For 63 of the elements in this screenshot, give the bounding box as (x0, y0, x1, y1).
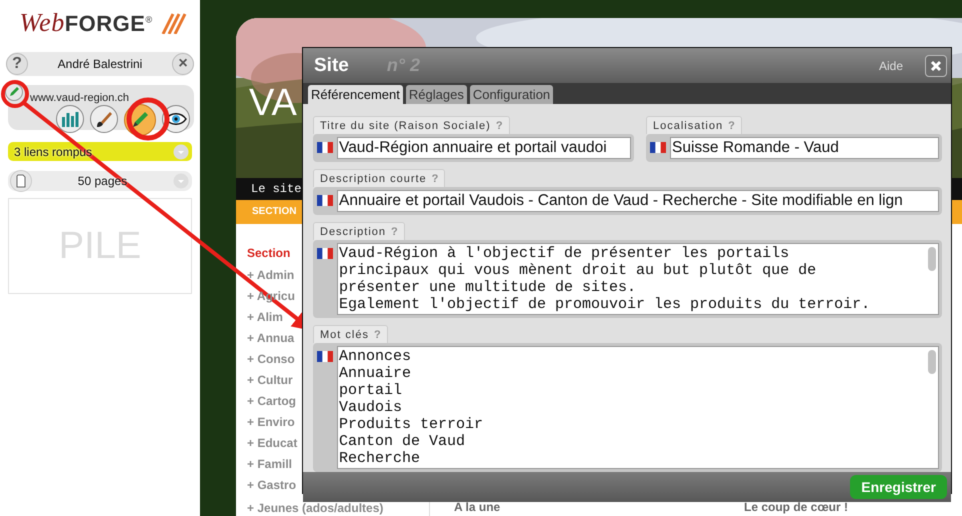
bar-chart-icon (61, 111, 79, 127)
site-title: VA (249, 84, 297, 122)
close-icon (930, 60, 942, 72)
text-area-content: Annonces Annuaire portail Vaudois Produits terroir Canton de Vaud Recherche (339, 348, 484, 467)
flag-icon (317, 351, 333, 362)
tab[interactable]: Configuration (470, 85, 554, 104)
category-link[interactable]: + Gastro (247, 475, 296, 496)
category-link[interactable]: + Jeunes (ados/adultes) (247, 501, 384, 516)
flag-icon (317, 195, 333, 206)
tagline: Le site (251, 182, 302, 196)
category-link[interactable]: + Cartog (247, 391, 296, 412)
scrollbar-thumb[interactable] (928, 350, 936, 374)
help-link[interactable]: Aide (878, 58, 903, 72)
category-link[interactable]: + Cultur (247, 370, 293, 391)
site-url: www.vaud-region.ch (30, 92, 130, 104)
tab[interactable]: Référencement (308, 85, 403, 104)
scrollbar-thumb[interactable] (928, 247, 936, 271)
save-button[interactable]: Enregistrer (850, 475, 947, 499)
tab[interactable]: Réglages (406, 85, 467, 104)
section-title: Le coup de cœur ! (744, 500, 850, 515)
text-field[interactable]: Suisse Romande - Vaud (670, 137, 939, 159)
section-title: A la une (454, 500, 502, 515)
category-link[interactable]: + Admin (247, 265, 294, 286)
field-label-text: Titre du site (Raison Sociale) (320, 120, 491, 132)
category-link[interactable]: + Annua (247, 328, 294, 349)
stats-button[interactable] (56, 105, 84, 133)
help-button[interactable]: ? (6, 53, 28, 75)
brush-button[interactable] (90, 105, 118, 133)
help-hint[interactable]: ? (374, 329, 381, 341)
pencil-icon (8, 86, 20, 98)
brush-icon (95, 110, 113, 128)
field-label-text: Description courte (320, 173, 427, 185)
help-hint[interactable]: ? (496, 120, 503, 132)
logo-text: WebFORGE$^{®}$ (19, 8, 153, 38)
help-hint[interactable]: ? (391, 226, 398, 238)
flag-icon (317, 248, 333, 259)
highlight-circle (126, 98, 170, 140)
flag-icon (650, 142, 666, 153)
category-link[interactable]: + Famill (247, 454, 292, 475)
category-link[interactable]: + Enviro (247, 412, 295, 433)
section-heading: Section (247, 245, 290, 261)
help-hint[interactable]: ? (728, 120, 735, 132)
close-button[interactable] (925, 54, 947, 76)
text-area-content: Vaud-Région à l'objectif de présenter les portails principaux qui vous mènent droit au but plutôt que de présenter une multitude de sites. Egalement l'objectif de promouvoir les produits du terroir. (339, 245, 872, 313)
category-link[interactable]: + Alim (247, 307, 283, 328)
field-label-text: Mot clés (320, 329, 369, 341)
text-field[interactable]: Vaud-Région annuaire et portail vaudoi (337, 137, 631, 159)
dialog-title: Site (314, 54, 349, 76)
text-area[interactable]: Vaud-Région à l'objectif de présenter les portails principaux qui vous mènent droit au but plutôt que de présenter une multitude de sites. Egalement l'objectif de promouvoir les produits du terroir. (337, 243, 939, 315)
flag-icon (317, 142, 333, 153)
logo-stripes-icon (160, 12, 187, 34)
field-label-text: Description (320, 226, 386, 238)
category-link[interactable]: + Educat (247, 433, 298, 454)
category-link[interactable]: + Conso (247, 349, 295, 370)
highlight-circle (1, 80, 29, 108)
field-label-text: Localisation (653, 120, 724, 132)
close-button[interactable]: × (172, 53, 194, 75)
help-hint[interactable]: ? (432, 173, 438, 185)
text-field[interactable]: Annuaire et portail Vaudois - Canton de Vaud - Recherche - Site modifiable en lign (337, 190, 939, 212)
text-area[interactable]: Annonces Annuaire portail Vaudois Produits terroir Canton de Vaud Recherche (337, 346, 939, 469)
page-icon (10, 170, 32, 192)
nav-link[interactable]: SECTION (252, 206, 296, 218)
user-name: André Balestrini (56, 57, 144, 71)
